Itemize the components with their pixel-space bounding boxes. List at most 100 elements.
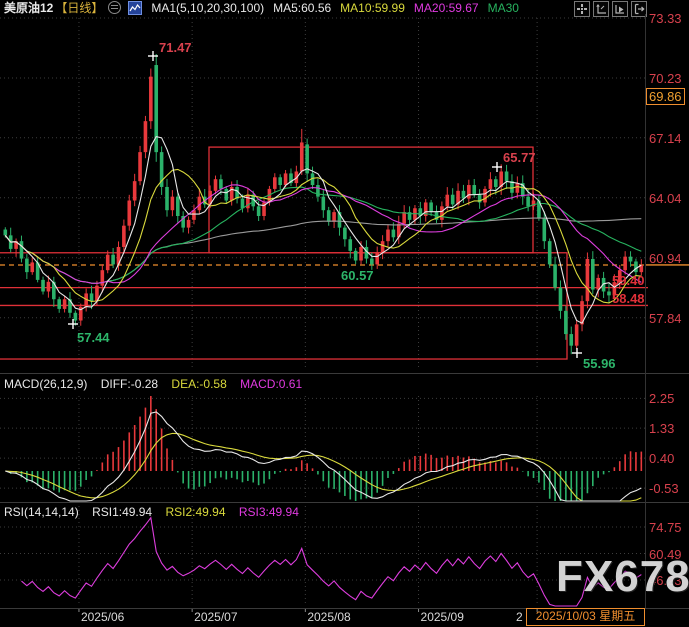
rsi-line <box>21 518 641 606</box>
candle-body <box>392 230 396 238</box>
candle-body <box>634 261 638 272</box>
watermark: FX678 <box>556 552 689 602</box>
rsi-params-label: RSI(14,14,14) <box>4 505 79 519</box>
candle-body <box>402 212 406 224</box>
candle-body <box>74 313 78 321</box>
axis-tick-label: 57.84 <box>649 311 682 326</box>
rsi1-value: RSI1:49.94 <box>92 505 152 519</box>
candle-body <box>327 210 331 222</box>
chart-canvas[interactable] <box>0 0 689 627</box>
candle-body <box>284 173 288 185</box>
candle-body <box>548 241 552 264</box>
candle-body <box>57 299 61 309</box>
candle-body <box>127 201 131 226</box>
candle-body <box>149 77 153 122</box>
candle-body <box>607 291 611 295</box>
price-alert-marker[interactable]: 69.86 <box>646 88 685 105</box>
candle-body <box>494 179 498 187</box>
price-annotation: 60.57 <box>341 268 374 283</box>
candle-body <box>440 206 444 220</box>
candle-body <box>106 255 110 270</box>
candle-body <box>219 179 223 189</box>
candle-body <box>516 183 520 193</box>
rsi-legend-row: RSI(14,14,14) RSI1:49.94 RSI2:49.94 RSI3… <box>4 505 309 519</box>
candle-body <box>133 181 137 200</box>
axis-tick-label: 1.33 <box>649 421 674 436</box>
candle-body <box>144 121 148 152</box>
candle-body <box>343 228 347 240</box>
candle-body <box>381 241 385 253</box>
candle-body <box>171 197 175 211</box>
candle-body <box>273 177 277 189</box>
candle-body <box>489 179 493 189</box>
macd-legend-row: MACD(26,12,9) DIFF:-0.28 DEA:-0.58 MACD:… <box>4 377 312 391</box>
candle-body <box>47 282 51 292</box>
candle-body <box>214 179 218 191</box>
axis-tick-label: 70.23 <box>649 71 682 86</box>
dea-line <box>5 433 641 501</box>
candle-body <box>591 259 595 290</box>
month-label: 2025/09 <box>421 610 464 624</box>
candle-body <box>543 218 547 241</box>
month-label-partial: 2 <box>516 610 523 624</box>
candle-body <box>359 247 363 261</box>
axis-tick-label: 2.25 <box>649 391 674 406</box>
candle-body <box>30 262 34 272</box>
candle-body <box>472 185 476 195</box>
candle-body <box>375 253 379 265</box>
candle-body <box>300 142 304 171</box>
candle-body <box>224 189 228 201</box>
price-annotation: 71.47 <box>159 40 192 55</box>
macd-value: MACD:0.61 <box>240 377 302 391</box>
candle-body <box>41 280 45 292</box>
candle-body <box>467 185 471 199</box>
month-label: 2025/08 <box>307 610 350 624</box>
axis-tick-label: -0.53 <box>649 481 679 496</box>
candle-body <box>429 202 433 212</box>
diff-value: DIFF:-0.28 <box>101 377 158 391</box>
candle-body <box>586 259 590 301</box>
axis-tick-label: 74.75 <box>649 520 682 535</box>
price-annotation: 65.77 <box>503 150 536 165</box>
candle-body <box>526 197 530 207</box>
axis-tick-label: 67.14 <box>649 131 682 146</box>
candle-body <box>176 197 180 216</box>
month-label: 2025/07 <box>194 610 237 624</box>
price-annotation: 57.44 <box>77 330 110 345</box>
price-annotation: 59.40 <box>612 273 645 288</box>
candle-body <box>354 251 358 261</box>
candle-body <box>316 185 320 197</box>
price-annotation: 58.48 <box>612 291 645 306</box>
candle-body <box>90 293 94 301</box>
candle-body <box>623 257 627 271</box>
candle-body <box>322 197 326 211</box>
candle-body <box>122 226 126 247</box>
candle-body <box>241 199 245 209</box>
axis-tick-label: 64.04 <box>649 191 682 206</box>
candle-body <box>596 278 600 290</box>
panel-separator <box>0 502 689 503</box>
candle-body <box>564 311 568 334</box>
dea-value: DEA:-0.58 <box>171 377 226 391</box>
current-date-box: 2025/10/03 星期五 <box>526 608 645 626</box>
macd-params-label: MACD(26,12,9) <box>4 377 87 391</box>
candle-body <box>20 241 24 258</box>
candle-body <box>111 255 115 265</box>
candle-body <box>25 259 29 273</box>
rsi3-value: RSI3:49.94 <box>239 505 299 519</box>
month-label: 2025/06 <box>81 610 124 624</box>
candle-body <box>165 187 169 210</box>
candle-body <box>370 259 374 265</box>
candle-body <box>445 195 449 207</box>
axis-tick-label: 60.94 <box>649 251 682 266</box>
candle-body <box>4 230 8 236</box>
candle-body <box>278 177 282 185</box>
candle-body <box>505 171 509 181</box>
candle-body <box>553 264 557 287</box>
candle-body <box>101 270 105 285</box>
axis-tick-label: 73.33 <box>649 11 682 26</box>
candle-body <box>138 152 142 181</box>
candle-body <box>483 189 487 203</box>
candle-body <box>569 334 573 346</box>
price-annotation: 55.96 <box>583 356 616 371</box>
